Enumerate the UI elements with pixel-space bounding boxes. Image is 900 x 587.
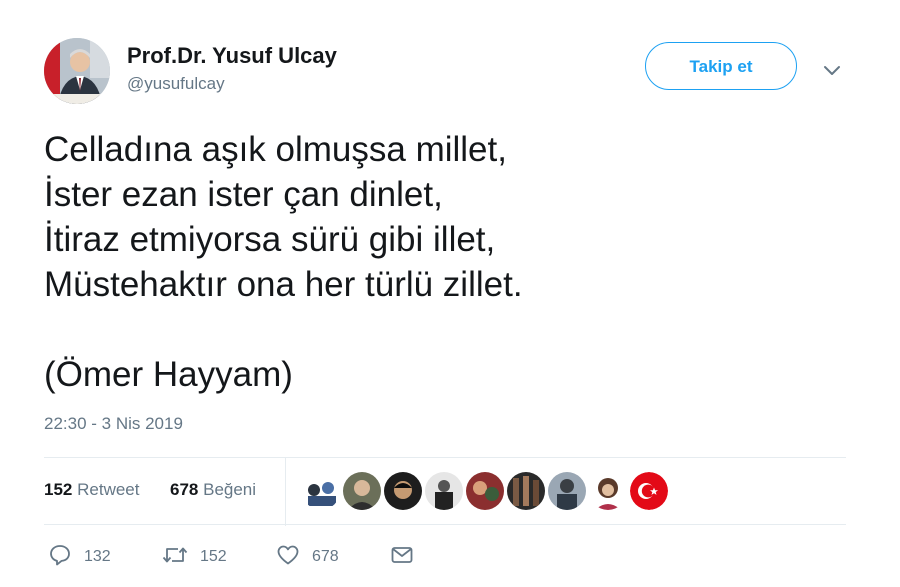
liker-avatar[interactable] <box>630 472 668 510</box>
tweet-actions: 132 152 678 <box>44 539 846 575</box>
tweet-line: Müstehaktır ona her türlü zillet. <box>44 265 523 304</box>
tweet-attribution: (Ömer Hayyam) <box>44 355 293 394</box>
like-stat-label: Beğeni <box>203 480 257 499</box>
liker-avatar[interactable] <box>302 472 340 510</box>
chevron-down-icon[interactable] <box>822 60 842 80</box>
liker-avatar[interactable] <box>548 472 586 510</box>
liker-avatar[interactable] <box>507 472 545 510</box>
tweet-line: İster ezan ister çan dinlet, <box>44 175 443 214</box>
tweet-card: Prof.Dr. Yusuf Ulcay @yusufulcay Takip e… <box>0 0 900 587</box>
retweet-stat-count: 152 <box>44 480 73 499</box>
liker-avatar[interactable] <box>589 472 627 510</box>
retweet-icon <box>162 543 188 572</box>
tweet-stats: 152 Retweet 678 Beğeni <box>44 457 846 526</box>
author-display-name[interactable]: Prof.Dr. Yusuf Ulcay <box>127 42 337 70</box>
like-stat-count: 678 <box>170 480 199 499</box>
author-username[interactable]: @yusufulcay <box>127 72 337 96</box>
follow-button[interactable]: Takip et <box>645 42 797 90</box>
reply-count: 132 <box>84 548 111 565</box>
author-name-block: Prof.Dr. Yusuf Ulcay @yusufulcay <box>127 42 337 96</box>
retweet-stat[interactable]: 152 Retweet <box>44 480 139 500</box>
like-button[interactable]: 678 <box>276 543 339 571</box>
retweet-count: 152 <box>200 548 227 565</box>
tweet-text: Celladına aşık olmuşsa millet, İster eza… <box>44 127 844 397</box>
liker-avatar[interactable] <box>466 472 504 510</box>
tweet-line: İtiraz etmiyorsa sürü gibi illet, <box>44 220 496 259</box>
reply-button[interactable]: 132 <box>48 543 111 571</box>
liker-avatar[interactable] <box>384 472 422 510</box>
liker-avatar[interactable] <box>343 472 381 510</box>
envelope-icon <box>390 543 414 572</box>
retweet-stat-label: Retweet <box>77 480 140 499</box>
like-stat[interactable]: 678 Beğeni <box>170 480 256 500</box>
heart-icon <box>276 543 300 572</box>
liker-avatar[interactable] <box>425 472 463 510</box>
tweet-header: Prof.Dr. Yusuf Ulcay @yusufulcay Takip e… <box>44 38 864 104</box>
author-avatar[interactable] <box>44 38 110 104</box>
tweet-timestamp[interactable]: 22:30 - 3 Nis 2019 <box>44 414 183 434</box>
reply-icon <box>48 543 72 572</box>
like-count: 678 <box>312 548 339 565</box>
tweet-line: Celladına aşık olmuşsa millet, <box>44 130 507 169</box>
stats-divider <box>285 458 286 526</box>
direct-message-button[interactable] <box>390 543 414 571</box>
retweet-button[interactable]: 152 <box>162 543 227 571</box>
